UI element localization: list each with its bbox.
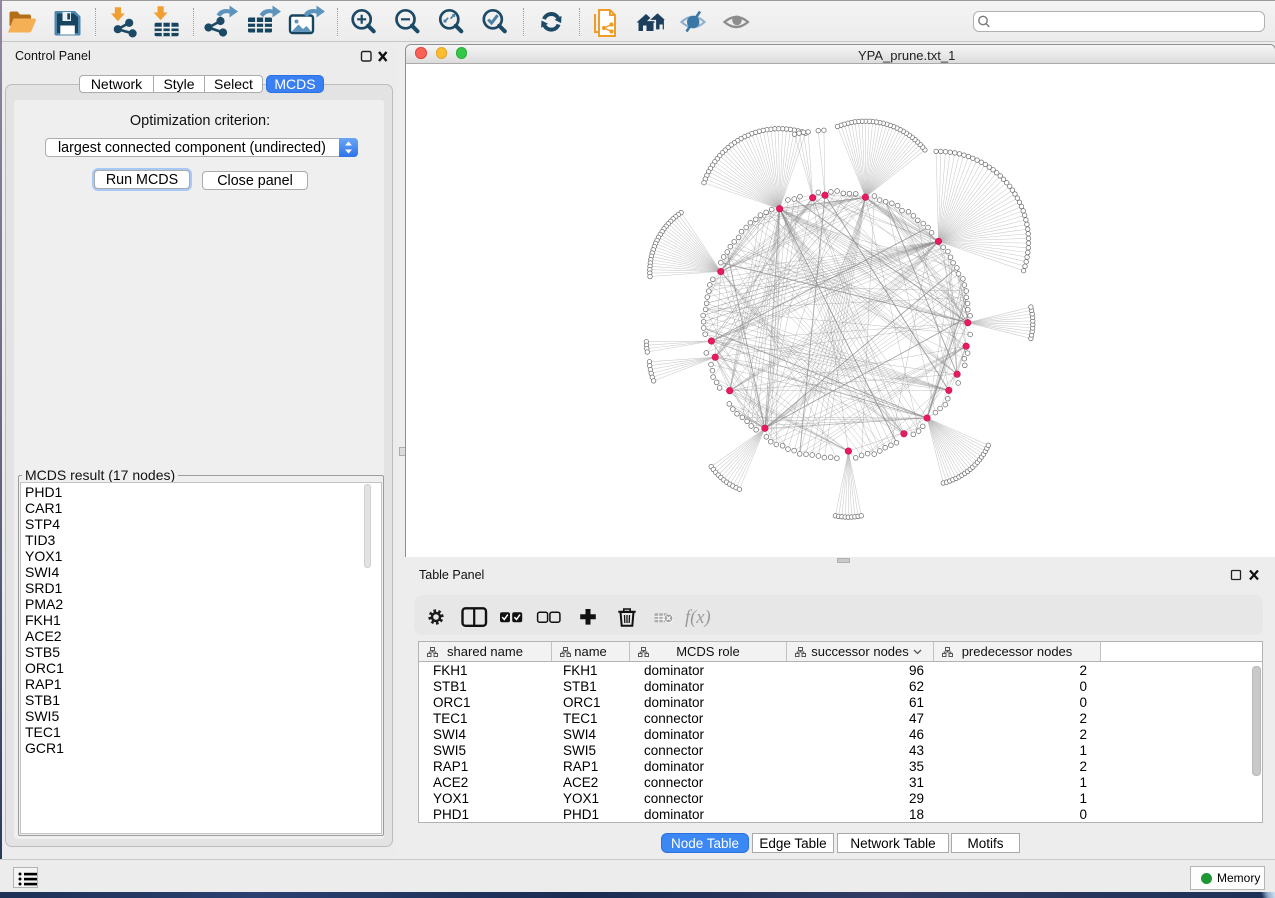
- svg-text:f(x): f(x): [685, 608, 711, 628]
